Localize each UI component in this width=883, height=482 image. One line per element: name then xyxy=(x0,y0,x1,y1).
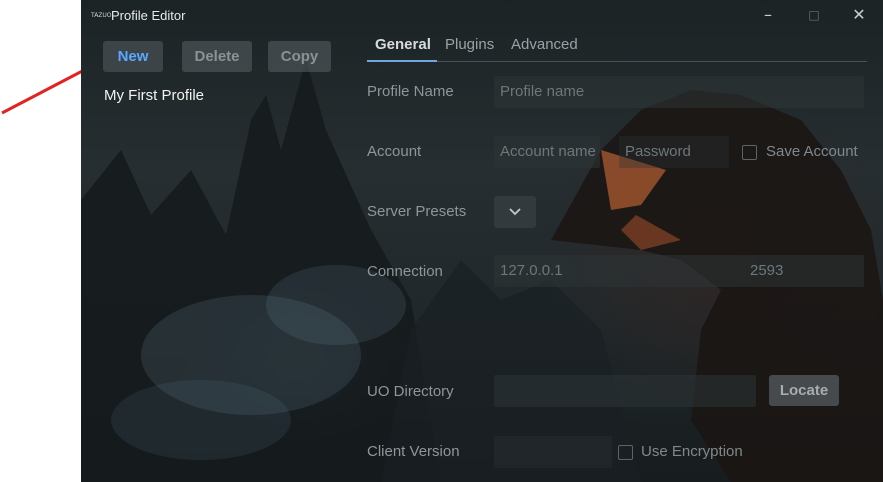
account-label: Account xyxy=(367,143,422,160)
tab-plugins[interactable]: Plugins xyxy=(445,36,494,53)
new-profile-button[interactable]: New xyxy=(103,41,163,72)
server-presets-dropdown[interactable] xyxy=(494,196,536,228)
uo-directory-input[interactable] xyxy=(494,375,756,407)
server-presets-label: Server Presets xyxy=(367,203,467,220)
password-input[interactable]: Password xyxy=(619,136,729,168)
copy-profile-button[interactable]: Copy xyxy=(268,41,331,72)
tab-general-underline xyxy=(367,60,437,62)
client-version-label: Client Version xyxy=(367,443,460,460)
chevron-down-icon xyxy=(509,208,521,216)
profile-name-label: Profile Name xyxy=(367,83,454,100)
save-account-label: Save Account xyxy=(766,143,858,160)
maximize-icon[interactable]: □ xyxy=(791,0,837,30)
profile-editor-window: TAZUO Profile Editor – □ ✕ New Delete Co… xyxy=(81,0,883,482)
app-icon: TAZUO xyxy=(91,12,112,19)
client-version-input[interactable] xyxy=(494,436,612,468)
ip-address-input[interactable]: 127.0.0.1 xyxy=(494,255,744,287)
account-name-input[interactable]: Account name xyxy=(494,136,600,168)
port-input[interactable]: 2593 xyxy=(744,255,864,287)
tab-advanced[interactable]: Advanced xyxy=(511,36,578,53)
locate-button[interactable]: Locate xyxy=(769,375,839,406)
save-account-checkbox[interactable] xyxy=(742,145,757,160)
connection-label: Connection xyxy=(367,263,443,280)
tab-general[interactable]: General xyxy=(375,36,431,53)
minimize-icon[interactable]: – xyxy=(745,0,791,30)
profile-name-input[interactable]: Profile name xyxy=(494,76,864,108)
tabs-divider xyxy=(437,61,867,62)
window-title: Profile Editor xyxy=(111,8,186,23)
close-icon[interactable]: ✕ xyxy=(836,0,882,30)
title-bar[interactable]: TAZUO Profile Editor – □ ✕ xyxy=(81,0,883,30)
delete-profile-button[interactable]: Delete xyxy=(182,41,252,72)
use-encryption-label: Use Encryption xyxy=(641,443,743,460)
profile-list-item[interactable]: My First Profile xyxy=(104,87,204,104)
background-art xyxy=(81,60,883,482)
uo-directory-label: UO Directory xyxy=(367,383,454,400)
use-encryption-checkbox[interactable] xyxy=(618,445,633,460)
